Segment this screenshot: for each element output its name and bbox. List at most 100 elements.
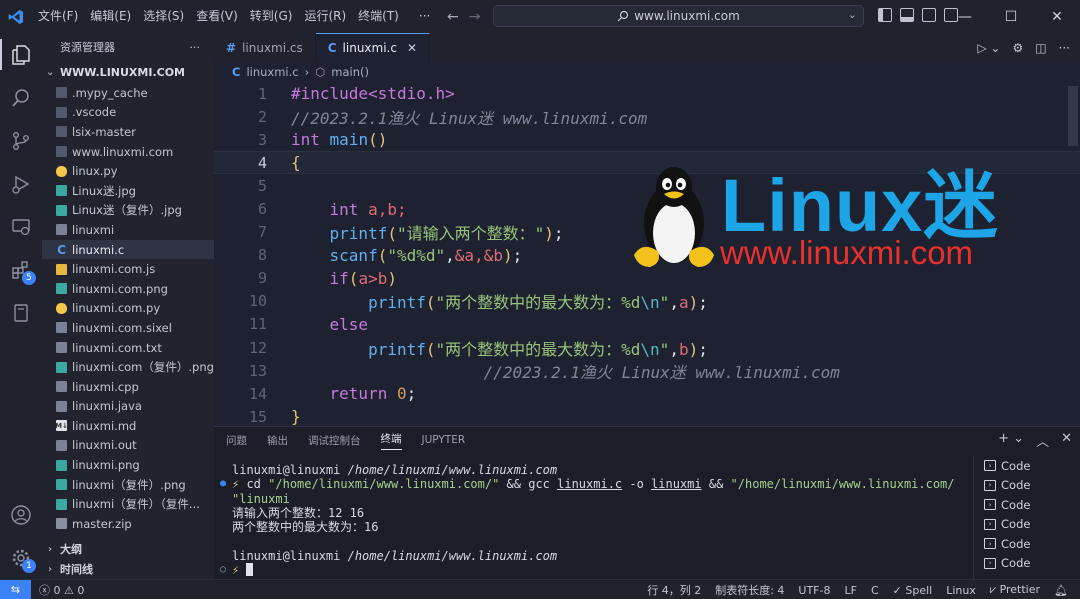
file-item[interactable]: linuxmi.com.png — [42, 279, 214, 299]
new-terminal-icon[interactable]: + ⌄ — [998, 431, 1024, 450]
tab-jupyter[interactable]: JUPYTER — [422, 434, 466, 446]
command-decoration-icon[interactable]: ● — [214, 477, 232, 491]
file-item[interactable]: linux.py — [42, 161, 214, 181]
search-icon[interactable] — [0, 76, 42, 119]
menu-run[interactable]: 运行(R) — [298, 0, 352, 33]
tab-terminal[interactable]: 终端 — [380, 431, 402, 450]
file-item[interactable]: linuxmi.cpp — [42, 377, 214, 397]
encoding[interactable]: UTF-8 — [798, 584, 830, 597]
source-control-icon[interactable] — [0, 119, 42, 162]
menu-terminal[interactable]: 终端(T) — [352, 0, 405, 33]
file-item[interactable]: linuxmi.out — [42, 436, 214, 456]
file-item[interactable]: lsix-master — [42, 122, 214, 142]
file-item[interactable]: .mypy_cache — [42, 83, 214, 103]
remote-explorer-icon[interactable] — [0, 205, 42, 248]
menu-selection[interactable]: 选择(S) — [137, 0, 190, 33]
prompt-user: linuxmi@linuxmi — [232, 548, 341, 563]
workspace-folder[interactable]: ⌄ WWW.LINUXMI.COM — [42, 61, 214, 83]
toggle-sidebar-icon[interactable] — [878, 8, 892, 22]
breadcrumb-file[interactable]: linuxmi.c — [246, 65, 298, 79]
file-item[interactable]: linuxmi.com（复件）.png — [42, 357, 214, 377]
account-icon[interactable] — [0, 493, 42, 536]
activity-bar-bottom: 1 — [0, 493, 42, 579]
spell-status[interactable]: ✓ Spell — [893, 584, 933, 597]
terminal-instance[interactable]: › Code — [974, 534, 1065, 554]
maximize-panel-icon[interactable]: ︿ — [1036, 431, 1049, 450]
notebook-icon[interactable] — [0, 291, 42, 334]
terminal-instance[interactable]: › Code — [974, 495, 1065, 515]
close-tab-icon[interactable]: ✕ — [407, 41, 417, 55]
text-file-icon — [56, 381, 67, 393]
terminal-instance[interactable]: › Code — [974, 515, 1065, 535]
close-window-button[interactable]: ✕ — [1034, 0, 1080, 33]
run-file-icon[interactable]: ▷ ⌄ — [977, 41, 1000, 55]
run-debug-icon[interactable] — [0, 162, 42, 205]
timeline-section[interactable]: › 时间线 — [42, 559, 214, 579]
file-label: www.linuxmi.com — [72, 144, 174, 159]
more-actions-icon[interactable]: ··· — [1059, 41, 1070, 55]
os-indicator[interactable]: Linux — [946, 584, 976, 597]
file-item[interactable]: linuxmi.com.txt — [42, 338, 214, 358]
file-item[interactable]: linuxmi.png — [42, 455, 214, 475]
file-item[interactable]: M↓ linuxmi.md — [42, 416, 214, 436]
file-item[interactable]: master.zip — [42, 514, 214, 534]
menu-file[interactable]: 文件(F) — [32, 0, 84, 33]
chevron-down-icon[interactable]: ⌄ — [848, 8, 857, 21]
forward-arrow-icon[interactable]: → — [469, 9, 481, 25]
extensions-icon[interactable]: 5 — [0, 248, 42, 291]
editor-scrollbar[interactable] — [1066, 82, 1080, 426]
terminal-instance[interactable]: › Code — [974, 554, 1065, 574]
file-item[interactable]: .vscode — [42, 103, 214, 123]
tab-linuxmi-cs[interactable]: # linuxmi.cs — [214, 33, 316, 62]
explorer-more-icon[interactable]: ··· — [190, 41, 201, 54]
language-mode[interactable]: C — [871, 584, 879, 597]
settings-gear-icon[interactable]: ⚙ — [1012, 41, 1023, 55]
file-item[interactable]: linuxmi.com.sixel — [42, 318, 214, 338]
file-item[interactable]: linuxmi.java — [42, 397, 214, 417]
keyword: int — [329, 199, 359, 219]
terminal-instance[interactable]: › Code — [974, 456, 1065, 476]
remote-indicator-icon[interactable]: ⇆ — [0, 579, 31, 599]
command-decoration-icon[interactable]: ○ — [214, 563, 232, 577]
maximize-button[interactable]: ☐ — [988, 0, 1034, 33]
cursor-position[interactable]: 行 4，列 2 — [647, 582, 701, 598]
minimize-button[interactable]: — — [942, 0, 988, 33]
breadcrumb-symbol[interactable]: main() — [331, 65, 369, 79]
file-item[interactable]: linuxmi — [42, 220, 214, 240]
file-item[interactable]: linuxmi（复件）（复件... — [42, 494, 214, 514]
keyword: return — [329, 384, 388, 404]
file-item[interactable]: Linux迷（复件）.jpg — [42, 201, 214, 221]
notifications-bell-icon[interactable]: 🔔︎ — [1054, 584, 1068, 597]
explorer-icon[interactable] — [0, 33, 42, 76]
tab-output[interactable]: 输出 — [267, 433, 288, 448]
file-item[interactable]: Clinuxmi.c — [42, 239, 214, 260]
end-of-line[interactable]: LF — [844, 584, 856, 597]
terminal-output[interactable]: linuxmi@linuxmi /home/linuxmi/www.linuxm… — [214, 463, 970, 577]
file-item[interactable]: linuxmi（复件）.png — [42, 475, 214, 495]
menu-view[interactable]: 查看(V) — [190, 0, 244, 33]
back-arrow-icon[interactable]: ← — [447, 9, 459, 25]
file-item[interactable]: www.linuxmi.com — [42, 142, 214, 162]
terminal-instance[interactable]: › Code — [974, 476, 1065, 496]
close-panel-icon[interactable]: ✕ — [1061, 431, 1072, 450]
tab-linuxmi-c[interactable]: C linuxmi.c ✕ — [315, 33, 431, 62]
split-editor-icon[interactable]: ◫ — [1035, 41, 1046, 55]
manage-gear-icon[interactable]: 1 — [0, 536, 42, 579]
tab-debug-console[interactable]: 调试控制台 — [308, 433, 361, 448]
menu-edit[interactable]: 编辑(E) — [84, 0, 137, 33]
code-line: 14 return 0; — [214, 382, 1080, 405]
toggle-secondary-sidebar-icon[interactable] — [922, 8, 936, 22]
file-item[interactable]: linuxmi.com.py — [42, 299, 214, 319]
tab-problems[interactable]: 问题 — [226, 433, 247, 448]
menu-more[interactable]: ··· — [405, 0, 436, 33]
file-item[interactable]: linuxmi.com.js — [42, 259, 214, 279]
problems-indicator[interactable]: ⓧ 0 ⚠ 0 — [39, 582, 84, 598]
command-center-text: www.linuxmi.com — [634, 9, 740, 23]
prettier-status[interactable]: ⩗ Prettier — [990, 583, 1040, 597]
toggle-panel-icon[interactable] — [900, 8, 914, 22]
file-item[interactable]: Linux迷.jpg — [42, 181, 214, 201]
menu-go[interactable]: 转到(G) — [244, 0, 299, 33]
command-center[interactable]: www.linuxmi.com ⌄ — [493, 5, 864, 27]
outline-section[interactable]: › 大纲 — [42, 539, 214, 559]
indentation[interactable]: 制表符长度: 4 — [715, 582, 784, 598]
